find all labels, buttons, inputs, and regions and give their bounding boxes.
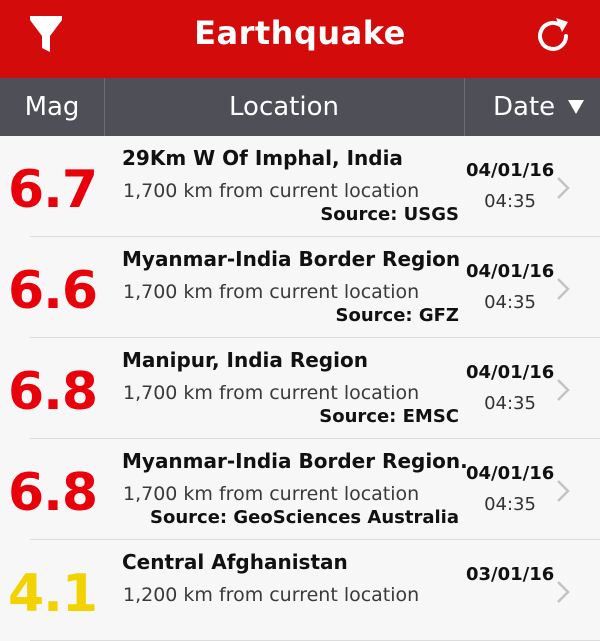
source-label: Source: GFZ	[335, 305, 460, 326]
distance-text: 1,700 km from current location	[123, 180, 420, 202]
magnitude: 6.7	[8, 160, 98, 220]
chevron-right-icon	[557, 177, 570, 199]
distance-text: 1,700 km from current location	[123, 483, 420, 505]
quake-row[interactable]: 6.6 Myanmar-India Border Region 1,700 km…	[0, 237, 600, 338]
magnitude: 6.6	[8, 261, 98, 321]
mag-column-header[interactable]: Mag	[0, 78, 105, 136]
location-column-header[interactable]: Location	[104, 78, 465, 136]
location-title: Central Afghanistan	[122, 550, 348, 574]
chevron-right-icon	[557, 278, 570, 300]
chevron-right-icon	[557, 480, 570, 502]
earthquake-list: 6.7 29Km W Of Imphal, India 1,700 km fro…	[0, 136, 600, 641]
quake-date: 04/01/16	[466, 160, 555, 181]
distance-text: 1,700 km from current location	[123, 382, 420, 404]
chevron-right-icon	[557, 581, 570, 603]
quake-date: 04/01/16	[466, 261, 555, 282]
nav-bar: Earthquake	[0, 0, 600, 78]
chevron-right-icon	[557, 379, 570, 401]
quake-row[interactable]: 6.7 29Km W Of Imphal, India 1,700 km fro…	[0, 136, 600, 237]
location-title: Myanmar-India Border Region.	[122, 449, 468, 473]
refresh-icon	[538, 18, 568, 51]
column-header: Mag Location Date	[0, 78, 600, 136]
quake-date: 04/01/16	[466, 362, 555, 383]
quake-row[interactable]: 6.8 Myanmar-India Border Region. 1,700 k…	[0, 439, 600, 540]
quake-row[interactable]: 6.8 Manipur, India Region 1,700 km from …	[0, 338, 600, 439]
date-column-header[interactable]: Date	[465, 78, 600, 136]
location-title: Manipur, India Region	[122, 348, 368, 372]
quake-date: 03/01/16	[466, 564, 555, 585]
quake-row[interactable]: 4.1 Central Afghanistan 1,200 km from cu…	[0, 540, 600, 641]
sort-down-icon	[568, 100, 584, 114]
quake-date: 04/01/16	[466, 463, 555, 484]
quake-time: 04:35	[484, 191, 536, 212]
source-label: Source: USGS	[320, 204, 459, 225]
date-column-label: Date	[493, 92, 556, 122]
quake-time: 04:35	[484, 393, 536, 414]
location-title: Myanmar-India Border Region	[122, 247, 461, 271]
magnitude: 4.1	[8, 564, 98, 624]
magnitude: 6.8	[8, 463, 98, 523]
quake-time: 04:35	[484, 292, 536, 313]
refresh-button[interactable]	[532, 14, 576, 58]
page-title: Earthquake	[194, 14, 406, 52]
distance-text: 1,200 km from current location	[123, 584, 420, 606]
location-title: 29Km W Of Imphal, India	[122, 146, 403, 170]
source-label: Source: GeoSciences Australia	[150, 507, 459, 528]
source-label: Source: EMSC	[319, 406, 459, 427]
quake-time: 04:35	[484, 494, 536, 515]
distance-text: 1,700 km from current location	[123, 281, 420, 303]
magnitude: 6.8	[8, 362, 98, 422]
